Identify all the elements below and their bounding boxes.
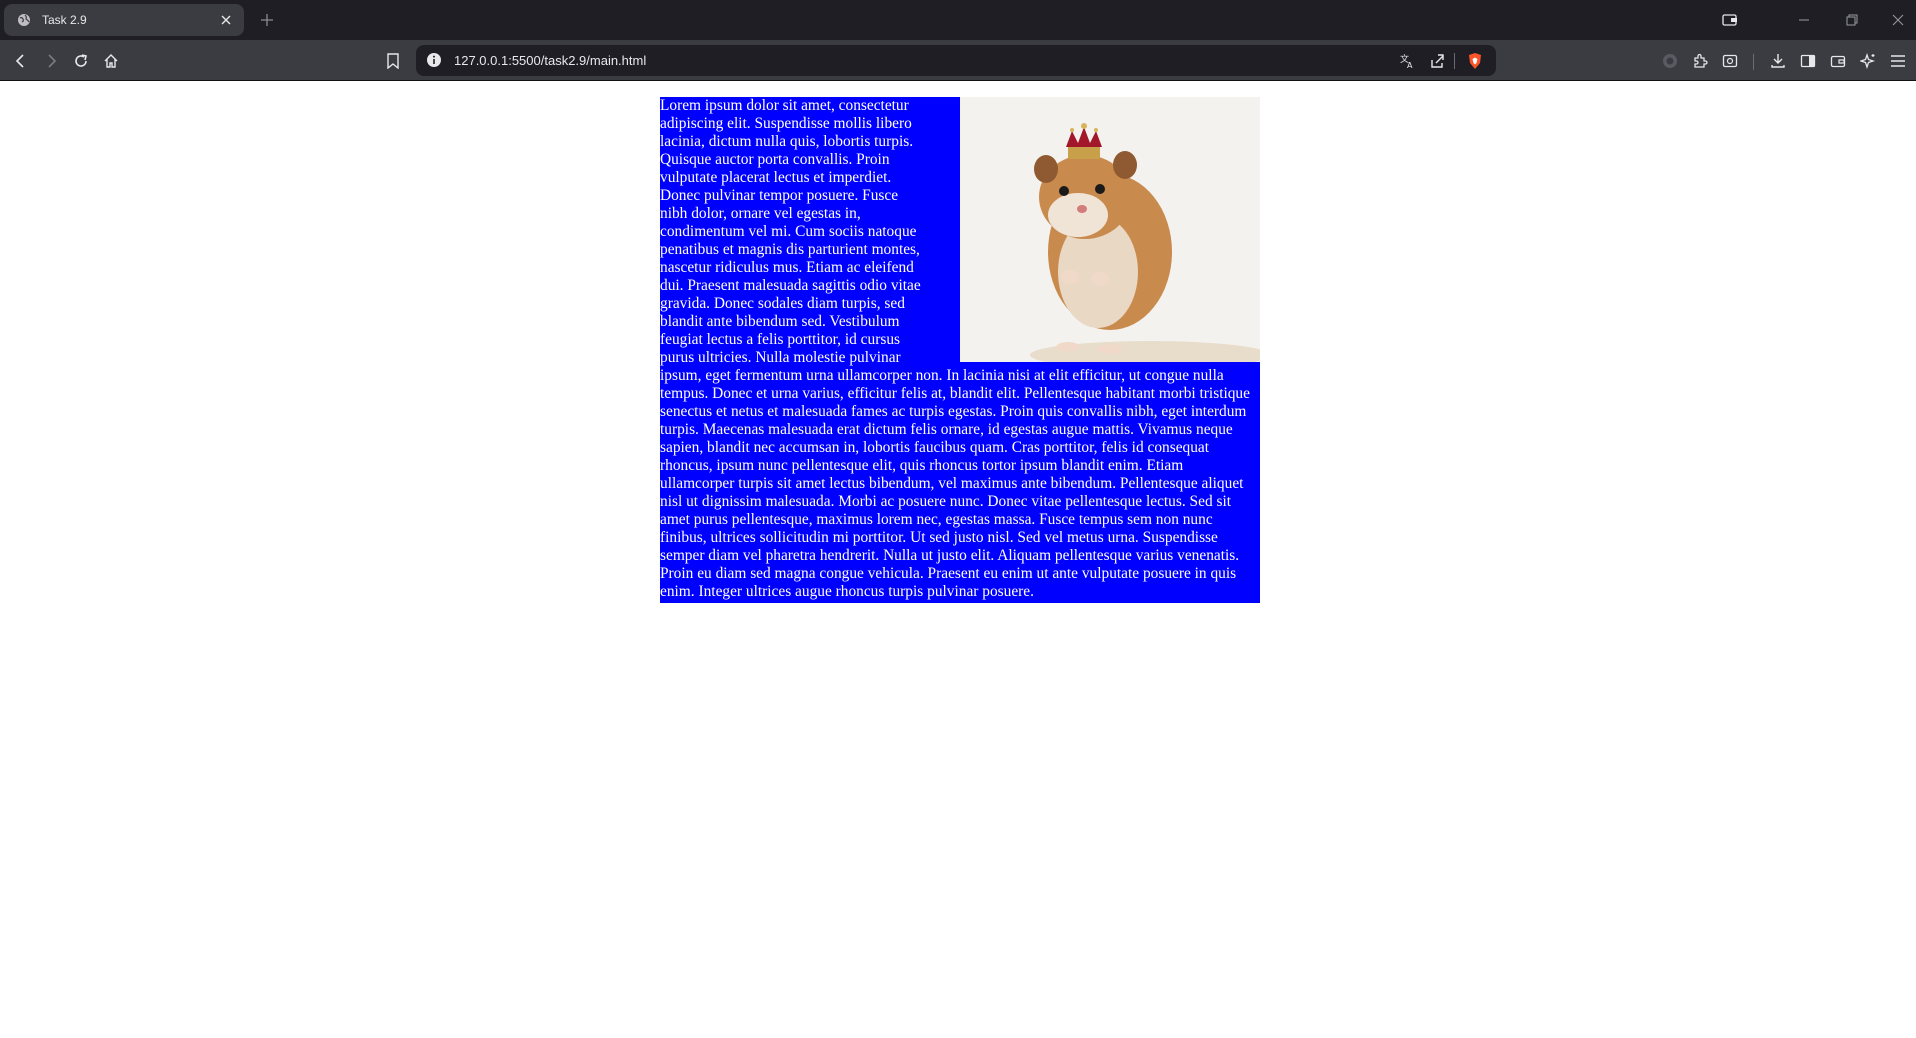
forward-arrow-icon[interactable] bbox=[38, 48, 64, 74]
wallet-status-icon[interactable] bbox=[1716, 8, 1744, 32]
download-icon[interactable] bbox=[1765, 48, 1791, 74]
bookmark-icon[interactable] bbox=[380, 48, 406, 74]
translate-icon[interactable]: 文A bbox=[1394, 48, 1420, 74]
reader-mode-icon[interactable] bbox=[1717, 48, 1743, 74]
close-window-icon[interactable] bbox=[1884, 8, 1912, 32]
url-text: 127.0.0.1:5500/task2.9/main.html bbox=[454, 53, 647, 68]
hamster-image bbox=[960, 97, 1260, 362]
sidebar-icon[interactable] bbox=[1795, 48, 1821, 74]
globe-icon bbox=[16, 12, 32, 28]
home-icon[interactable] bbox=[98, 48, 124, 74]
vpn-globe-icon[interactable] bbox=[1657, 48, 1683, 74]
wallet-icon[interactable] bbox=[1825, 48, 1851, 74]
close-tab-icon[interactable] bbox=[216, 10, 236, 30]
reload-icon[interactable] bbox=[68, 48, 94, 74]
tab-strip: Task 2.9 bbox=[0, 0, 1916, 40]
svg-text:A: A bbox=[1407, 61, 1413, 69]
content-block: Lorem ipsum dolor sit amet, consectetur … bbox=[660, 97, 1260, 603]
restore-icon[interactable] bbox=[1838, 8, 1866, 32]
toolbar-separator bbox=[1753, 54, 1754, 70]
new-tab-icon[interactable] bbox=[256, 9, 278, 31]
page-viewport: Lorem ipsum dolor sit amet, consectetur … bbox=[0, 82, 1916, 1038]
address-bar[interactable]: 127.0.0.1:5500/task2.9/main.html 文A bbox=[416, 45, 1496, 76]
minimize-icon[interactable] bbox=[1790, 8, 1818, 32]
back-arrow-icon[interactable] bbox=[8, 48, 34, 74]
menu-hamburger-icon[interactable] bbox=[1885, 48, 1911, 74]
browser-tab[interactable]: Task 2.9 bbox=[4, 4, 244, 36]
extensions-puzzle-icon[interactable] bbox=[1687, 48, 1713, 74]
address-separator bbox=[1454, 53, 1455, 69]
share-icon[interactable] bbox=[1424, 48, 1450, 74]
tab-title: Task 2.9 bbox=[42, 13, 87, 27]
site-info-icon[interactable] bbox=[426, 52, 442, 68]
brave-shields-icon[interactable] bbox=[1462, 48, 1488, 74]
browser-toolbar: 127.0.0.1:5500/task2.9/main.html 文A bbox=[0, 40, 1916, 81]
leo-ai-icon[interactable] bbox=[1855, 48, 1881, 74]
